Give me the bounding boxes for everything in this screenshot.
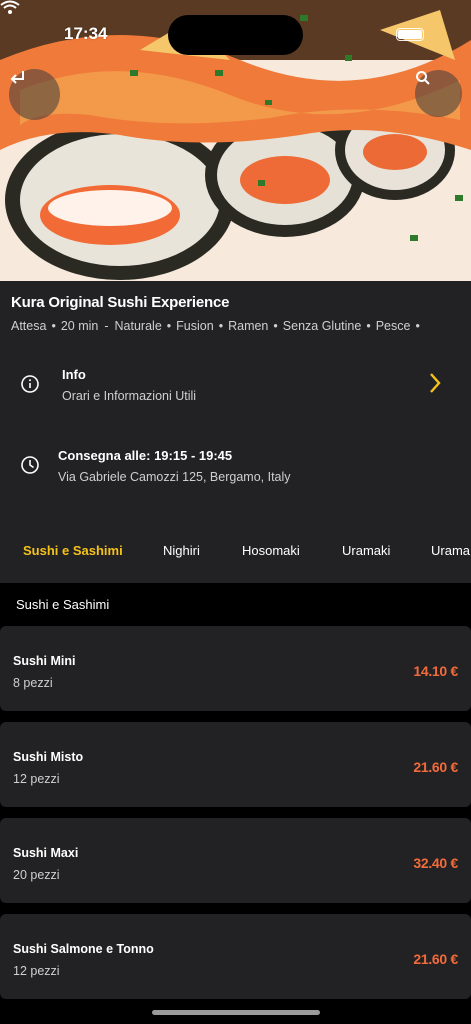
tag: Ramen bbox=[228, 319, 269, 333]
menu-item[interactable]: Sushi Misto 12 pezzi 21.60 € bbox=[0, 722, 471, 807]
menu-item[interactable]: Sushi Salmone e Tonno 12 pezzi 21.60 € bbox=[0, 914, 471, 999]
home-indicator[interactable] bbox=[152, 1010, 320, 1015]
section-title: Sushi e Sashimi bbox=[16, 597, 110, 612]
item-description: 20 pezzi bbox=[13, 868, 60, 882]
tag: Pesce bbox=[375, 319, 411, 333]
item-name: Sushi Maxi bbox=[13, 846, 79, 860]
tag: Senza Glutine bbox=[282, 319, 362, 333]
tab-uramaki[interactable]: Uramaki bbox=[342, 543, 390, 558]
chevron-right-icon[interactable] bbox=[428, 372, 442, 394]
tag: Fusion bbox=[176, 319, 214, 333]
item-description: 12 pezzi bbox=[13, 964, 60, 978]
info-row[interactable]: Info Orari e Informazioni Utili bbox=[0, 355, 471, 415]
dynamic-island bbox=[168, 15, 303, 55]
info-circle-icon bbox=[21, 375, 39, 393]
menu-item[interactable]: Sushi Mini 8 pezzi 14.10 € bbox=[0, 626, 471, 711]
item-price: 21.60 € bbox=[413, 759, 458, 775]
delivery-time: Consegna alle: 19:15 - 19:45 bbox=[58, 448, 233, 463]
restaurant-tags: Attesa • 20 min - Naturale • Fusion • Ramen • Senz… bbox=[11, 319, 420, 333]
search-button[interactable] bbox=[415, 70, 462, 117]
wifi-icon bbox=[0, 0, 20, 14]
category-tabs: Sushi e Sashimi Nighiri Hosomaki Uramaki… bbox=[0, 530, 471, 570]
return-arrow-icon bbox=[10, 71, 24, 84]
item-name: Sushi Misto bbox=[13, 750, 84, 764]
item-price: 14.10 € bbox=[413, 663, 458, 679]
delivery-row: Consegna alle: 19:15 - 19:45 Via Gabriel… bbox=[0, 438, 471, 498]
tag: Naturale bbox=[114, 319, 162, 333]
status-time: 17:34 bbox=[64, 24, 108, 43]
item-name: Sushi Salmone e Tonno bbox=[13, 942, 154, 956]
menu-item[interactable]: Sushi Maxi 20 pezzi 32.40 € bbox=[0, 818, 471, 903]
search-icon bbox=[416, 71, 430, 85]
info-title: Info bbox=[62, 367, 86, 382]
back-button[interactable] bbox=[9, 69, 60, 120]
clock-icon bbox=[21, 456, 39, 474]
status-bar: 17:34 bbox=[0, 0, 471, 60]
info-subtitle: Orari e Informazioni Utili bbox=[62, 389, 197, 403]
item-description: 12 pezzi bbox=[13, 772, 60, 786]
tab-sushi-e-sashimi[interactable]: Sushi e Sashimi bbox=[23, 543, 123, 558]
item-name: Sushi Mini bbox=[13, 654, 76, 668]
delivery-address: Via Gabriele Camozzi 125, Bergamo, Italy bbox=[58, 470, 291, 484]
tab-nighiri[interactable]: Nighiri bbox=[163, 543, 200, 558]
restaurant-name: Kura Original Sushi Experience bbox=[11, 294, 230, 311]
wait-time: 20 min bbox=[60, 319, 99, 333]
hero-image: 17:34 bbox=[0, 0, 471, 281]
item-price: 21.60 € bbox=[413, 951, 458, 967]
item-price: 32.40 € bbox=[413, 855, 458, 871]
battery-icon bbox=[396, 28, 424, 41]
item-description: 8 pezzi bbox=[13, 676, 53, 690]
wait-label: Attesa bbox=[11, 319, 47, 333]
tab-urama[interactable]: Urama bbox=[431, 543, 470, 558]
tab-hosomaki[interactable]: Hosomaki bbox=[242, 543, 300, 558]
